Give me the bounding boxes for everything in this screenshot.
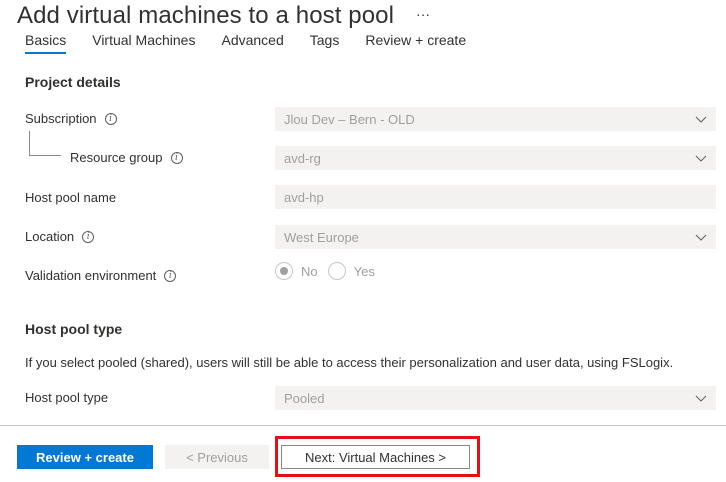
info-icon[interactable]: i [104,112,117,125]
tab-virtual-machines[interactable]: Virtual Machines [92,32,195,54]
subscription-dropdown[interactable]: Jlou Dev – Bern - OLD [275,107,716,131]
host-pool-name-label-text: Host pool name [25,190,117,205]
project-details-heading: Project details [25,74,121,90]
info-icon[interactable]: i [82,230,95,243]
page-title: Add virtual machines to a host pool [17,2,395,29]
next-virtual-machines-button[interactable]: Next: Virtual Machines > [281,445,470,469]
subscription-label-text: Subscription [25,111,97,126]
validation-environment-label: Validation environment i [25,268,177,283]
host-pool-type-heading: Host pool type [25,321,123,337]
location-value: West Europe [284,229,359,245]
validation-environment-label-text: Validation environment [25,268,157,283]
host-pool-name-input[interactable]: avd-hp [275,185,716,209]
info-icon[interactable]: i [164,269,177,282]
resource-group-value: avd-rg [284,150,321,166]
host-pool-type-label-text: Host pool type [25,390,109,405]
tab-tags[interactable]: Tags [310,32,340,54]
tab-advanced[interactable]: Advanced [221,32,283,54]
radio-yes[interactable] [327,262,346,280]
host-pool-name-label: Host pool name [25,190,116,205]
tab-bar: Basics Virtual Machines Advanced Tags Re… [25,32,492,54]
tree-connector-vertical [29,131,30,155]
info-icon[interactable]: i [170,151,183,164]
host-pool-name-value: avd-hp [284,189,324,205]
chevron-down-icon [695,116,707,123]
radio-no-label: No [301,263,318,279]
radio-no[interactable] [275,262,293,280]
location-dropdown[interactable]: West Europe [275,225,716,249]
tree-connector-horizontal [29,155,61,156]
chevron-down-icon [695,234,707,241]
host-pool-type-value: Pooled [284,390,325,406]
review-create-button[interactable]: Review + create [17,445,153,469]
footer-divider [0,425,726,426]
validation-environment-radio-group: No Yes [275,262,385,280]
radio-yes-label: Yes [353,263,375,279]
location-label: Location i [25,229,95,244]
radio-selected-dot [280,267,288,275]
host-pool-type-dropdown[interactable]: Pooled [275,386,716,410]
host-pool-type-description: If you select pooled (shared), users wil… [25,355,674,370]
resource-group-label: Resource group i [70,150,183,165]
tab-review-create[interactable]: Review + create [365,32,466,54]
resource-group-dropdown[interactable]: avd-rg [275,146,716,170]
subscription-label: Subscription i [25,111,117,126]
title-row: Add virtual machines to a host pool ··· [17,2,430,30]
host-pool-type-label: Host pool type [25,390,108,405]
location-label-text: Location [25,229,75,244]
chevron-down-icon [695,395,707,402]
subscription-value: Jlou Dev – Bern - OLD [284,111,415,127]
tab-basics[interactable]: Basics [25,32,67,54]
more-options-icon[interactable]: ··· [416,6,430,22]
resource-group-label-text: Resource group [70,150,163,165]
previous-button[interactable]: < Previous [165,445,269,469]
chevron-down-icon [695,155,707,162]
